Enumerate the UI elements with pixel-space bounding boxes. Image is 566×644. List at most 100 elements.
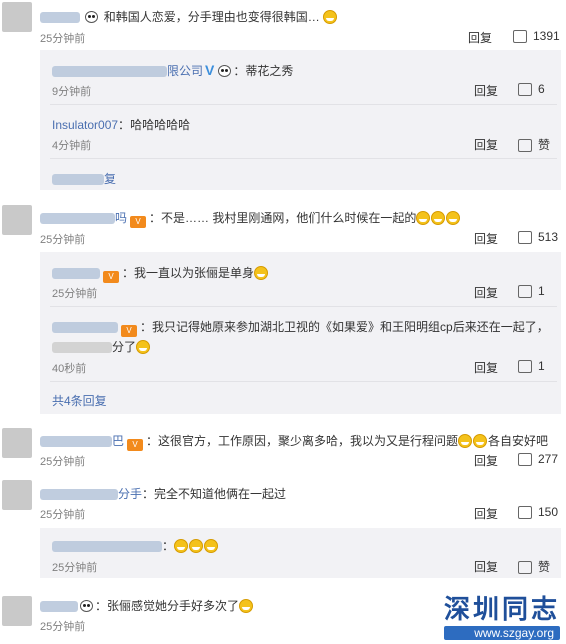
vip-badge-icon: V xyxy=(103,271,119,283)
reply-username[interactable]: Insulator007 xyxy=(52,118,118,132)
emoji-icon xyxy=(431,211,446,225)
comment-time: 25分钟前 xyxy=(40,234,86,246)
like-button[interactable]: 1391 xyxy=(513,29,560,43)
comment-row: 巴 V ：这很官方，工作原因，聚少离多哈，我以为又是行程问题 各自安好吧 xyxy=(40,432,548,451)
comment-time: 25分钟前 xyxy=(40,509,86,521)
thumbs-up-icon xyxy=(518,231,532,244)
reply-button[interactable]: 回复 xyxy=(474,284,498,301)
reply-button[interactable]: 回复 xyxy=(474,359,498,376)
reply-time: 4分钟前 xyxy=(52,140,92,152)
reply-text: 我一直以为张俪是单身 xyxy=(134,266,255,280)
comment-row: ：张俪感觉她分手好多次了 xyxy=(40,597,254,614)
reply-button[interactable]: 回复 xyxy=(474,82,498,99)
username-blur[interactable] xyxy=(40,12,80,24)
divider xyxy=(50,104,557,105)
comment-row: 和韩国人恋爱，分手理由也变得很韩国… xyxy=(40,8,338,25)
reply-row: ： xyxy=(52,537,219,554)
emoji-icon xyxy=(446,211,461,225)
username-blur[interactable] xyxy=(40,436,112,448)
like-button[interactable]: 赞 xyxy=(518,558,550,575)
emoji-icon xyxy=(254,266,269,280)
like-count: 513 xyxy=(538,230,559,244)
reply-time: 25分钟前 xyxy=(52,288,98,300)
avatar[interactable] xyxy=(2,428,32,458)
reply-text: 我只记得她原来参加湖北卫视的《如果爱》和王阳明组cp后来还在一起了， xyxy=(152,320,549,334)
reply-time: 9分钟前 xyxy=(52,86,92,98)
like-count: 1 xyxy=(538,284,545,298)
username-blur[interactable] xyxy=(52,268,100,280)
divider xyxy=(50,306,557,307)
site-watermark: 深圳同志 www.szgay.org xyxy=(443,589,560,640)
verified-v-icon: V xyxy=(205,62,215,78)
like-button[interactable]: 277 xyxy=(518,452,558,466)
like-count: 1391 xyxy=(533,29,560,43)
like-label: 赞 xyxy=(538,560,551,574)
reply-button[interactable]: 回复 xyxy=(468,29,492,46)
divider xyxy=(50,381,557,382)
thumbs-up-icon xyxy=(513,30,527,43)
comment-row: 分手：完全不知道他俩在一起过 xyxy=(40,485,286,502)
more-replies-tail: 复 xyxy=(104,172,117,186)
reply-text-tail: 分了 xyxy=(112,340,137,354)
like-button[interactable]: 赞 xyxy=(518,136,550,153)
username-blur[interactable] xyxy=(40,601,78,613)
reply-text: 蒂花之秀 xyxy=(245,64,294,78)
panda-badge-icon xyxy=(85,11,99,23)
blurred-text xyxy=(52,174,104,186)
like-label: 赞 xyxy=(538,138,551,152)
like-button[interactable]: 513 xyxy=(518,230,558,244)
comment-text: 不是…… 我村里刚通网，他们什么时候在一起的 xyxy=(161,211,417,225)
thumbs-up-icon xyxy=(518,506,532,519)
reply-row: V ：我一直以为张俪是单身 xyxy=(52,264,269,283)
comment-text: 这很官方，工作原因，聚少离多哈，我以为又是行程问题 xyxy=(158,434,459,448)
comment-time: 25分钟前 xyxy=(40,33,86,45)
avatar[interactable] xyxy=(2,596,32,626)
reply-text: 哈哈哈哈哈 xyxy=(130,118,191,132)
username-tail[interactable]: 吗 xyxy=(115,211,127,225)
username-tail[interactable]: 分手 xyxy=(118,487,142,501)
emoji-icon xyxy=(239,599,254,613)
like-button[interactable]: 150 xyxy=(518,505,558,519)
like-count: 1 xyxy=(538,359,545,373)
divider xyxy=(50,158,557,159)
username-blur[interactable] xyxy=(40,213,115,225)
comment-text: 和韩国人恋爱，分手理由也变得很韩国… xyxy=(103,10,320,24)
comment-time: 25分钟前 xyxy=(40,621,86,633)
username-blur[interactable] xyxy=(52,66,167,78)
reply-username[interactable]: 限公司 xyxy=(167,64,203,78)
reply-button[interactable]: 回复 xyxy=(474,230,498,247)
emoji-icon xyxy=(473,434,488,448)
thumbs-up-icon xyxy=(518,561,532,574)
more-replies-link[interactable]: 共4条回复 xyxy=(52,392,107,409)
reply-row-continued: 分了 xyxy=(52,338,151,355)
reply-row: V ：我只记得她原来参加湖北卫视的《如果爱》和王阳明组cp后来还在一起了， xyxy=(52,318,549,337)
reply-button[interactable]: 回复 xyxy=(474,452,498,469)
avatar[interactable] xyxy=(2,205,32,235)
watermark-title: 深圳同志 xyxy=(443,595,560,625)
like-button[interactable]: 6 xyxy=(518,82,545,96)
more-replies-link[interactable]: 复 xyxy=(52,170,116,187)
emoji-icon xyxy=(174,539,189,553)
like-count: 277 xyxy=(538,452,559,466)
username-blur[interactable] xyxy=(52,541,162,553)
username-blur[interactable] xyxy=(40,489,118,501)
thumbs-up-icon xyxy=(518,285,532,298)
like-button[interactable]: 1 xyxy=(518,284,545,298)
avatar[interactable] xyxy=(2,480,32,510)
like-button[interactable]: 1 xyxy=(518,359,545,373)
username-tail[interactable]: 巴 xyxy=(112,434,124,448)
reply-button[interactable]: 回复 xyxy=(474,558,498,575)
avatar[interactable] xyxy=(2,2,32,32)
comment-text-tail: 各自安好吧 xyxy=(488,434,549,448)
like-count: 150 xyxy=(538,505,559,519)
reply-button[interactable]: 回复 xyxy=(474,136,498,153)
thumbs-up-icon xyxy=(518,139,532,152)
blurred-text xyxy=(52,342,112,354)
emoji-icon xyxy=(136,340,151,354)
emoji-icon xyxy=(323,10,338,24)
watermark-url: www.szgay.org xyxy=(443,626,560,640)
vip-badge-icon: V xyxy=(127,439,144,451)
reply-button[interactable]: 回复 xyxy=(474,505,498,522)
username-blur[interactable] xyxy=(52,322,118,334)
emoji-icon xyxy=(416,211,431,225)
